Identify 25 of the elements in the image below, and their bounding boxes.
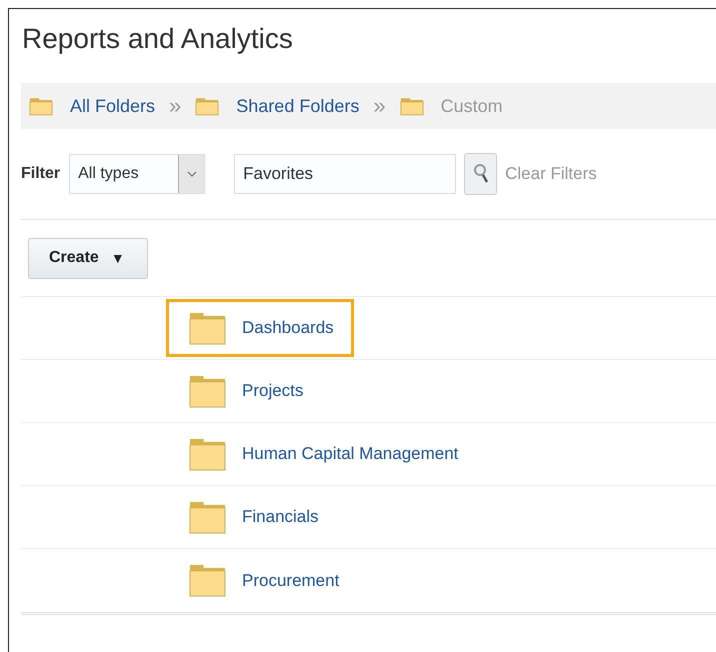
page-title: Reports and Analytics: [21, 22, 294, 56]
create-button[interactable]: Create ▼: [28, 238, 148, 278]
folder-icon: [189, 312, 226, 344]
folder-icon: [189, 564, 226, 597]
folder-icon: [189, 500, 226, 534]
folder-icon: [400, 96, 424, 116]
folder-icon: [189, 438, 226, 470]
breadcrumb-separator: »: [373, 95, 386, 117]
folder-icon: [29, 96, 53, 116]
type-dropdown[interactable]: All types: [69, 154, 206, 194]
search-field[interactable]: Favorites: [234, 154, 456, 194]
folder-icon: [189, 374, 226, 408]
filter-label: Filter: [21, 165, 60, 183]
breadcrumb-separator: »: [169, 95, 182, 117]
search-icon: [472, 163, 489, 185]
folder-item[interactable]: Financials: [166, 488, 339, 546]
folder-icon: [195, 96, 220, 116]
chevron-down-icon: [186, 171, 197, 177]
breadcrumb-link[interactable]: Shared Folders: [236, 96, 360, 116]
highlighted-folder-item[interactable]: Dashboards: [166, 299, 354, 357]
breadcrumb-link[interactable]: All Folders: [70, 96, 156, 116]
search-button[interactable]: [464, 153, 498, 195]
folder-item[interactable]: Projects: [166, 362, 324, 420]
folder-item[interactable]: Procurement: [166, 552, 360, 610]
folder-item[interactable]: Human Capital Management: [166, 425, 478, 483]
